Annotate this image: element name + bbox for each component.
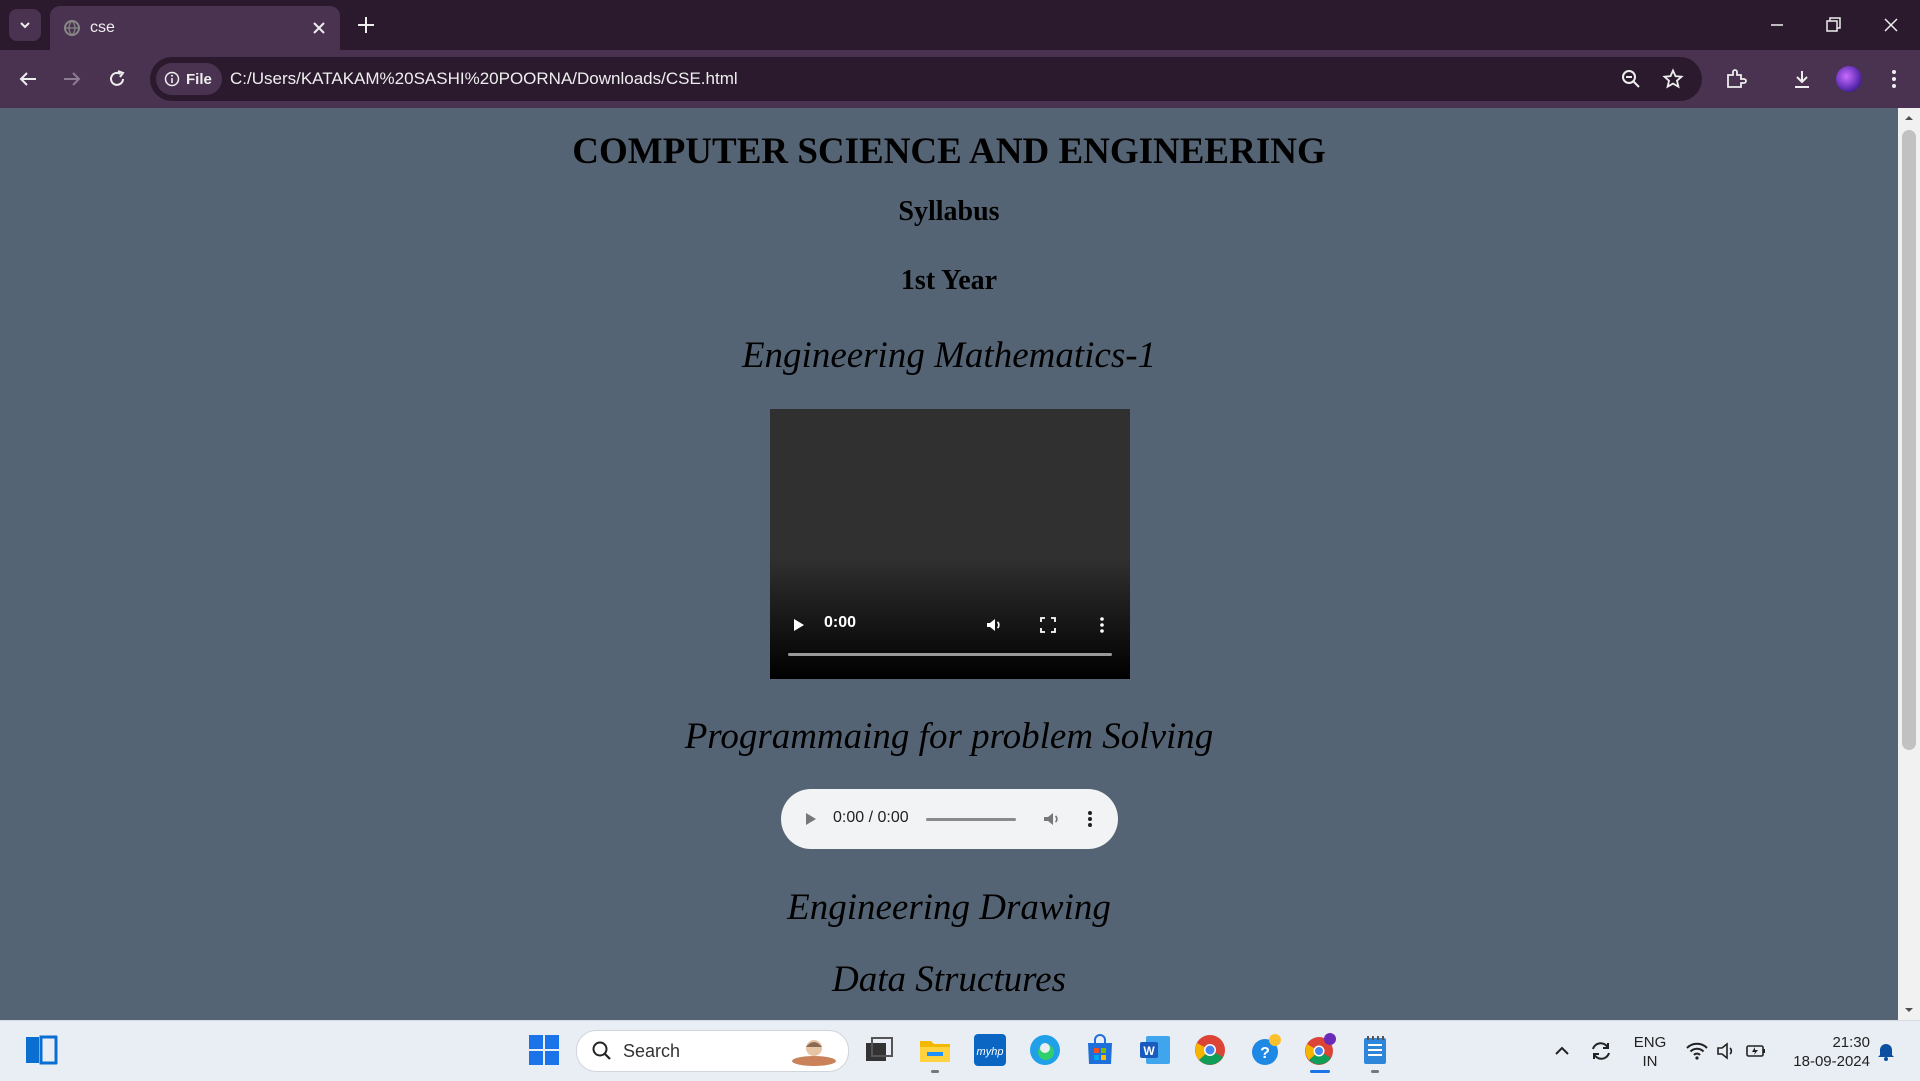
- taskbar: Search myhp W ? ENG IN 21:30 18-09-2024: [0, 1020, 1920, 1081]
- bookmark-star-icon[interactable]: [1662, 68, 1684, 90]
- search-placeholder: Search: [623, 1041, 681, 1061]
- volume-icon[interactable]: [984, 615, 1004, 635]
- download-icon[interactable]: [1790, 67, 1814, 91]
- page-title: COMPUTER SCIENCE AND ENGINEERING: [572, 131, 1326, 172]
- audio-time: 0:00 / 0:00: [833, 809, 909, 826]
- running-indicator: [931, 1070, 939, 1073]
- chrome-profile-icon[interactable]: [1303, 1033, 1337, 1067]
- system-clock[interactable]: 21:30 18-09-2024: [1778, 1033, 1870, 1071]
- file-explorer-icon[interactable]: [918, 1033, 952, 1067]
- browser-toolbar: File C:/Users/KATAKAM%20SASHI%20POORNA/D…: [0, 50, 1920, 108]
- site-info-chip[interactable]: File: [156, 63, 222, 95]
- notepad-icon[interactable]: [1358, 1033, 1392, 1067]
- forward-arrow-icon[interactable]: [60, 67, 84, 91]
- video-time: 0:00: [824, 614, 857, 631]
- search-icon: [592, 1041, 611, 1060]
- subject-heading: Programmaing for problem Solving: [684, 716, 1214, 757]
- edge-browser-icon[interactable]: [1028, 1033, 1062, 1067]
- wifi-icon[interactable]: [1685, 1040, 1709, 1062]
- svg-text:?: ?: [1260, 1045, 1270, 1062]
- syllabus-heading: Syllabus: [898, 196, 1000, 227]
- subject-heading: Data Structures: [832, 959, 1066, 1000]
- page-viewport: COMPUTER SCIENCE AND ENGINEERING Syllabu…: [0, 108, 1898, 1020]
- subject-heading: Engineering Drawing: [787, 887, 1111, 928]
- speaker-icon[interactable]: [1715, 1040, 1737, 1062]
- language-code: ENG: [1633, 1034, 1667, 1051]
- scroll-thumb[interactable]: [1902, 130, 1916, 750]
- video-player[interactable]: 0:00: [770, 409, 1130, 679]
- taskbar-search[interactable]: Search: [576, 1030, 849, 1072]
- language-region: IN: [1642, 1053, 1658, 1070]
- task-view-icon[interactable]: [862, 1033, 896, 1067]
- running-indicator: [1371, 1070, 1379, 1073]
- fullscreen-icon[interactable]: [1038, 615, 1058, 635]
- kebab-menu-icon[interactable]: [1882, 67, 1906, 91]
- info-icon: [164, 71, 180, 87]
- svg-text:myhp: myhp: [977, 1046, 1004, 1058]
- search-highlight-icon: [792, 1040, 836, 1066]
- audio-progress-bar[interactable]: [926, 818, 1016, 821]
- chrome-icon[interactable]: [1193, 1033, 1227, 1067]
- word-icon[interactable]: W: [1138, 1033, 1172, 1067]
- globe-icon: [64, 20, 80, 36]
- notification-bell-icon[interactable]: [1874, 1039, 1898, 1063]
- scroll-down-arrow-icon[interactable]: [1904, 1005, 1914, 1015]
- profile-avatar[interactable]: [1836, 66, 1862, 92]
- tab-title: cse: [90, 19, 115, 36]
- chevron-down-icon: [20, 22, 30, 29]
- volume-icon[interactable]: [1041, 808, 1063, 830]
- reload-icon[interactable]: [105, 67, 129, 91]
- audio-player[interactable]: 0:00 / 0:00: [781, 789, 1118, 849]
- video-options-icon[interactable]: [1092, 615, 1112, 635]
- video-progress-bar[interactable]: [788, 653, 1112, 656]
- site-info-label: File: [186, 70, 212, 88]
- address-bar[interactable]: File C:/Users/KATAKAM%20SASHI%20POORNA/D…: [150, 57, 1702, 101]
- play-icon[interactable]: [788, 615, 808, 635]
- battery-charging-icon[interactable]: [1745, 1040, 1767, 1062]
- audio-options-icon[interactable]: [1079, 808, 1101, 830]
- subject-heading: Engineering Mathematics-1: [741, 335, 1157, 376]
- language-indicator[interactable]: ENG IN: [1630, 1033, 1670, 1071]
- back-arrow-icon[interactable]: [16, 67, 40, 91]
- close-window-icon[interactable]: [1880, 14, 1902, 36]
- clock-date: 18-09-2024: [1793, 1053, 1870, 1070]
- play-icon[interactable]: [799, 808, 821, 830]
- sync-icon[interactable]: [1588, 1038, 1614, 1064]
- restore-icon[interactable]: [1822, 14, 1844, 36]
- browser-tab[interactable]: cse: [50, 6, 340, 50]
- widgets-icon[interactable]: [24, 1033, 58, 1067]
- zoom-icon[interactable]: [1620, 68, 1642, 90]
- vertical-scrollbar[interactable]: [1898, 108, 1920, 1020]
- extensions-icon[interactable]: [1724, 67, 1748, 91]
- microsoft-store-icon[interactable]: [1083, 1033, 1117, 1067]
- myhp-icon[interactable]: myhp: [973, 1033, 1007, 1067]
- new-tab-icon[interactable]: [355, 14, 377, 36]
- tab-search-button[interactable]: [9, 9, 41, 41]
- minimize-icon[interactable]: [1766, 14, 1788, 36]
- tab-strip: cse: [0, 0, 1920, 50]
- close-tab-icon[interactable]: [310, 19, 328, 37]
- active-app-indicator: [1310, 1070, 1330, 1073]
- scroll-up-arrow-icon[interactable]: [1904, 113, 1914, 123]
- svg-text:W: W: [1143, 1044, 1155, 1058]
- year-heading: 1st Year: [900, 265, 998, 296]
- clock-time: 21:30: [1832, 1034, 1870, 1051]
- windows-start-icon[interactable]: [527, 1033, 561, 1067]
- chevron-up-icon[interactable]: [1552, 1041, 1572, 1061]
- url-text[interactable]: C:/Users/KATAKAM%20SASHI%20POORNA/Downlo…: [230, 69, 738, 89]
- get-help-icon[interactable]: ?: [1248, 1033, 1282, 1067]
